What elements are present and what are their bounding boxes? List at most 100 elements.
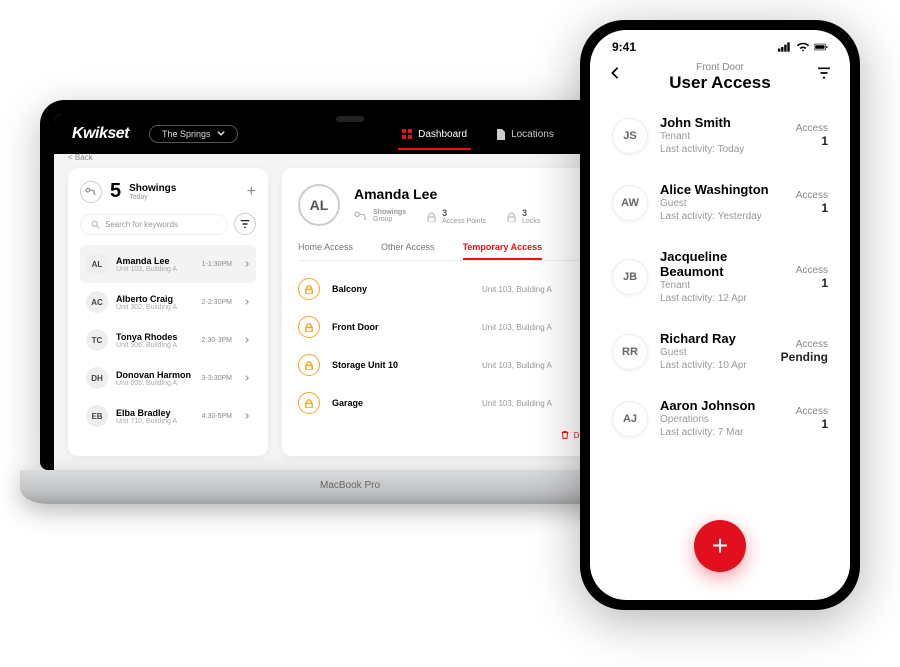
lock-icon	[304, 284, 314, 294]
route-icon	[85, 187, 97, 197]
user-avatar: JS	[612, 118, 648, 154]
lock-name: Front Door	[332, 322, 482, 332]
tab-home-access[interactable]: Home Access	[298, 242, 353, 260]
nav-locations[interactable]: Locations	[491, 117, 558, 152]
stat-access-points: 3Access Points	[426, 208, 486, 225]
access-value: 1	[796, 134, 828, 148]
lock-row[interactable]: Front DoorUnit 103, Building A	[298, 309, 616, 345]
user-name: Jacqueline Beaumont	[660, 249, 784, 279]
search-input[interactable]: Search for keywords	[80, 214, 228, 235]
user-name: Aaron Johnson	[660, 398, 784, 413]
showing-time: 2-2:30PM	[202, 299, 232, 306]
user-activity: Last activity: Today	[660, 143, 784, 156]
user-avatar: AW	[612, 185, 648, 221]
showings-label: Showings	[129, 183, 176, 194]
user-activity: Last activity: Yesterday	[660, 210, 784, 223]
showing-name: Amanda Lee	[116, 256, 194, 266]
showing-name: Alberto Craig	[116, 294, 194, 304]
laptop-camera	[336, 116, 364, 122]
showing-row[interactable]: TC Tonya RhodesUnit 506, Building A 2:30-3…	[80, 321, 256, 359]
document-icon	[495, 129, 506, 140]
access-label: Access	[781, 339, 828, 350]
showing-detail: Unit 302, Building A	[116, 304, 194, 311]
signal-icon	[778, 41, 792, 53]
back-link[interactable]: < Back	[68, 153, 93, 162]
route-icon	[354, 211, 368, 222]
user-name: Richard Ray	[660, 331, 769, 346]
showing-time: 2:30-3PM	[202, 337, 232, 344]
lock-icon-circle	[298, 316, 320, 338]
lock-icon	[304, 322, 314, 332]
wifi-icon	[796, 41, 810, 53]
showings-sub: Today	[129, 194, 176, 201]
access-value: Pending	[781, 350, 828, 364]
tab-temporary-access[interactable]: Temporary Access	[463, 242, 543, 260]
lock-location: Unit 103, Building A	[482, 361, 552, 370]
battery-icon	[814, 41, 828, 53]
user-row[interactable]: RRRichard RayGuestLast activity: 10 AprA…	[608, 321, 832, 382]
user-activity: Last activity: 7 Mar	[660, 426, 784, 439]
avatar: DH	[86, 367, 108, 389]
avatar: AC	[86, 291, 108, 313]
access-value: 1	[796, 417, 828, 431]
lock-location: Unit 103, Building A	[482, 323, 552, 332]
showing-detail: Unit 506, Building A	[116, 342, 194, 349]
user-name: John Smith	[660, 115, 784, 130]
status-time: 9:41	[612, 40, 636, 54]
add-user-fab[interactable]: +	[694, 520, 746, 572]
user-avatar: JB	[612, 259, 648, 295]
lock-row[interactable]: Storage Unit 10Unit 103, Building A	[298, 347, 616, 383]
showing-time: 3-3:30PM	[202, 375, 232, 382]
lock-icon-circle	[298, 278, 320, 300]
user-activity: Last activity: 12 Apr	[660, 292, 784, 305]
user-row[interactable]: AWAlice WashingtonGuestLast activity: Ye…	[608, 172, 832, 233]
access-label: Access	[796, 190, 828, 201]
chevron-down-icon	[217, 130, 225, 138]
user-avatar: AJ	[612, 401, 648, 437]
lock-location: Unit 103, Building A	[482, 285, 552, 294]
showing-row[interactable]: AC Alberto CraigUnit 302, Building A 2-2:3…	[80, 283, 256, 321]
header-subtitle: Front Door	[590, 62, 850, 73]
user-avatar: RR	[612, 334, 648, 370]
back-button[interactable]	[608, 66, 622, 85]
avatar: TC	[86, 329, 108, 351]
user-row[interactable]: JSJohn SmithTenantLast activity: TodayAc…	[608, 105, 832, 166]
user-role: Operations	[660, 413, 784, 426]
header-title: User Access	[590, 73, 850, 93]
filter-button[interactable]	[816, 66, 832, 85]
lock-row[interactable]: GarageUnit 103, Building A	[298, 385, 616, 421]
lock-name: Garage	[332, 398, 482, 408]
add-showing-button[interactable]: +	[247, 183, 256, 201]
stat-locks: 3Locks	[506, 208, 540, 225]
showing-row[interactable]: ALAmanda LeeUnit 103, Building A1-1:30PM	[80, 245, 256, 283]
lock-row[interactable]: BalconyUnit 103, Building A	[298, 271, 616, 307]
filter-button[interactable]	[234, 213, 256, 235]
nav-dashboard[interactable]: Dashboard	[398, 117, 471, 152]
chevron-right-icon	[244, 337, 250, 343]
lock-location: Unit 103, Building A	[482, 399, 552, 408]
showing-row[interactable]: EBElba BradleyUnit 710, Building A4:30-5…	[80, 397, 256, 435]
showing-detail: Unit 710, Building A	[116, 418, 194, 425]
lock-icon	[304, 398, 314, 408]
user-name: Alice Washington	[660, 182, 784, 197]
brand-logo: Kwikset	[72, 125, 129, 143]
tab-other-access[interactable]: Other Access	[381, 242, 435, 260]
phone-header: Front Door User Access	[590, 58, 850, 105]
lock-icon-circle	[298, 354, 320, 376]
location-selector[interactable]: The Springs	[149, 125, 238, 143]
user-role: Guest	[660, 346, 769, 359]
showing-name: Tonya Rhodes	[116, 332, 194, 342]
user-row[interactable]: JB Jacqueline BeaumontTenantLast activity…	[608, 239, 832, 315]
lock-icon-circle	[298, 392, 320, 414]
filter-icon	[240, 219, 250, 229]
access-value: 1	[796, 276, 828, 290]
access-label: Access	[796, 265, 828, 276]
trash-icon	[560, 430, 570, 440]
showings-count: 5	[110, 180, 121, 203]
showing-row[interactable]: DHDonovan HarmonUnit 605, Building A3-3:…	[80, 359, 256, 397]
user-role: Tenant	[660, 279, 784, 292]
lock-name: Balcony	[332, 284, 482, 294]
showing-name: Elba Bradley	[116, 408, 194, 418]
user-row[interactable]: AJ Aaron JohnsonOperationsLast activity: …	[608, 388, 832, 449]
search-icon	[91, 220, 100, 229]
